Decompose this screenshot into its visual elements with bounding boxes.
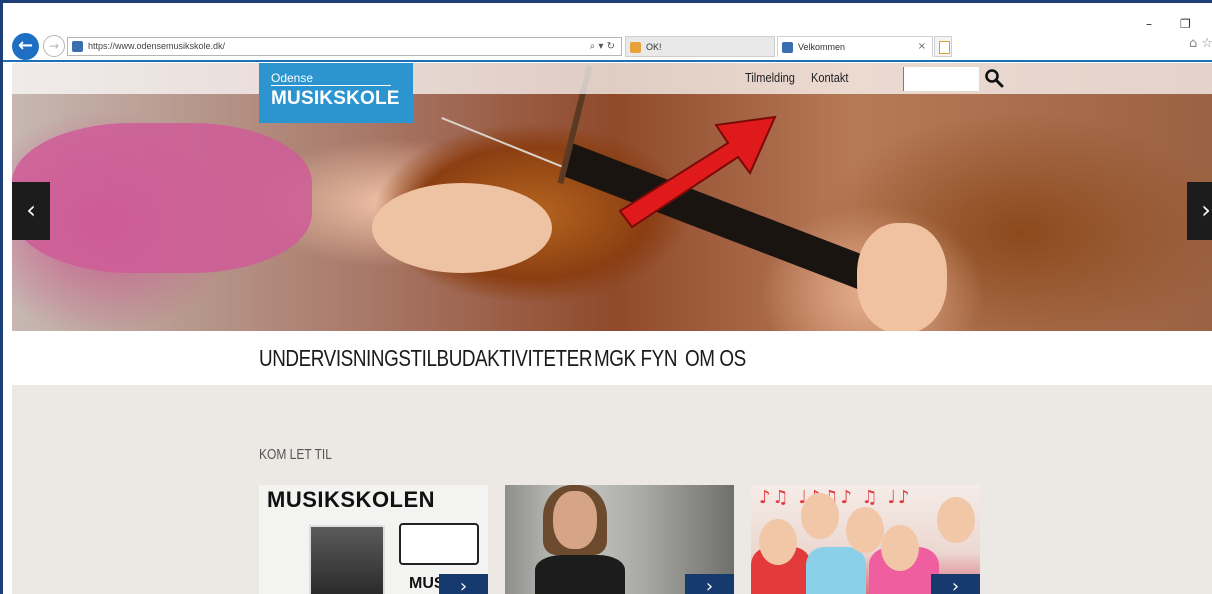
search-icon[interactable] — [984, 68, 1004, 88]
tilmelding-link[interactable]: Tilmelding — [745, 70, 795, 85]
screenshot-frame: – ❐ ← → https://www.odensemusikskole.dk/… — [0, 0, 1212, 594]
card-heading: MUSIKSKOLEN — [267, 487, 436, 512]
nav-mgk-fyn[interactable]: MGK FYN — [594, 345, 677, 372]
section-title: KOM LET TIL — [259, 446, 332, 463]
tab-label: Velkommen — [798, 42, 846, 52]
header-bar — [12, 63, 1212, 94]
quicklink-card-singer[interactable]: › — [505, 485, 734, 594]
card-arrow-button[interactable]: › — [439, 574, 488, 594]
main-nav: UNDERVISNINGSTILBUD AKTIVITETER MGK FYN … — [12, 331, 1212, 385]
restore-button[interactable]: ❐ — [1180, 17, 1191, 31]
search-input[interactable] — [903, 67, 979, 91]
tab-velkommen[interactable]: Velkommen × — [777, 36, 933, 57]
address-bar[interactable]: https://www.odensemusikskole.dk/ ⌕ ▾ ↻ — [67, 37, 622, 56]
hero-photo-hand — [372, 183, 552, 273]
new-tab-button[interactable] — [934, 36, 952, 57]
site-identity-icon — [72, 41, 83, 52]
annotation-arrow-icon — [618, 115, 777, 229]
card-photo-kid — [806, 547, 866, 594]
favicon-icon — [782, 42, 793, 53]
forward-arrow-icon[interactable]: → — [43, 35, 65, 57]
card-photo — [309, 525, 385, 594]
card-music-doodle — [399, 523, 479, 565]
card-arrow-button[interactable]: › — [931, 574, 980, 594]
carousel-next-button[interactable]: › — [1187, 182, 1212, 240]
card-photo-face — [553, 491, 597, 549]
hero-carousel: ‹ › — [12, 63, 1212, 331]
nav-undervisningstilbud[interactable]: UNDERVISNINGSTILBUD — [259, 345, 476, 372]
hero-photo-hand-right — [857, 223, 947, 331]
site-logo[interactable]: Odense MUSIKSKOLE — [259, 63, 413, 123]
quicklink-card-group[interactable]: ♪♫ ♩♪♫♪ ♫ ♩♪ › — [751, 485, 980, 594]
card-photo-face — [846, 507, 884, 553]
card-photo-face — [801, 493, 839, 539]
card-photo-body — [535, 555, 625, 594]
address-actions[interactable]: ⌕ ▾ ↻ — [590, 38, 615, 55]
logo-line2: MUSIKSKOLE — [271, 88, 400, 109]
nav-aktiviteter[interactable]: AKTIVITETER — [475, 345, 592, 372]
web-page: ‹ › Odense MUSIKSKOLE Tilmelding Kontakt… — [12, 63, 1212, 594]
tab-label: OK! — [646, 42, 662, 52]
back-arrow-icon[interactable]: ← — [12, 33, 39, 60]
card-arrow-button[interactable]: › — [685, 574, 734, 594]
card-photo-face — [937, 497, 975, 543]
tab-ok[interactable]: OK! — [625, 36, 775, 57]
logo-line1: Odense — [271, 71, 391, 86]
favicon-icon — [630, 42, 641, 53]
browser-chrome: – ❐ ← → https://www.odensemusikskole.dk/… — [3, 3, 1212, 63]
home-favorites-icons[interactable]: ⌂ ☆ — [1189, 36, 1212, 51]
kontakt-link[interactable]: Kontakt — [811, 70, 848, 85]
nav-om-os[interactable]: OM OS — [685, 345, 746, 372]
card-photo-face — [759, 519, 797, 565]
hero-photo-sleeve — [12, 123, 312, 273]
close-icon[interactable]: × — [918, 37, 926, 57]
minimize-button[interactable]: – — [1146, 17, 1152, 31]
carousel-prev-button[interactable]: ‹ — [12, 182, 50, 240]
quicklink-card-musikskolen[interactable]: MUSIKSKOLEN MUS › — [259, 485, 488, 594]
chrome-divider — [3, 60, 1212, 62]
address-url: https://www.odensemusikskole.dk/ — [88, 41, 226, 51]
card-photo-face — [881, 525, 919, 571]
